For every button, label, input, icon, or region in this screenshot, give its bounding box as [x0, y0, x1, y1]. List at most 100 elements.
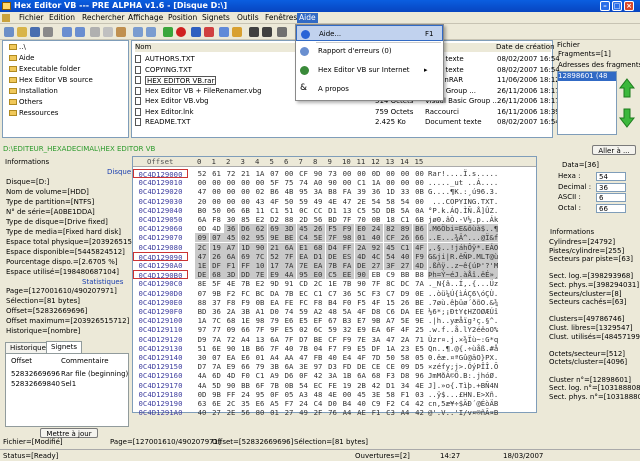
hex-byte[interactable]: 70 — [355, 215, 369, 224]
data-value[interactable]: 66 — [596, 203, 626, 213]
hex-byte[interactable]: 6A — [195, 215, 209, 224]
hex-byte[interactable]: 49 — [311, 197, 325, 206]
hex-byte[interactable]: 73 — [326, 169, 340, 178]
hex-byte[interactable]: 00 — [224, 187, 238, 196]
menu-outils[interactable]: Outils — [235, 13, 261, 23]
hex-byte[interactable]: DE — [195, 270, 209, 280]
hex-row[interactable]: 0C4D129050 6A F8 30 85 E2 D2 88 2D 56 BD 7F 70 0B 18 C1… — [133, 215, 536, 224]
hex-byte[interactable]: 06 — [224, 206, 238, 215]
hex-byte[interactable]: 59 — [297, 307, 311, 316]
hex-byte[interactable]: EF — [311, 316, 325, 325]
hex-byte[interactable]: A1 — [253, 307, 267, 316]
hex-byte[interactable]: 36 — [369, 187, 383, 196]
hex-byte[interactable]: 4C — [369, 251, 383, 261]
hex-byte[interactable]: F3 — [384, 371, 398, 380]
hex-byte[interactable]: F0 — [239, 371, 253, 380]
hex-byte[interactable]: 0B — [282, 381, 296, 390]
hex-ascii[interactable]: G&ji|R.êÑÞ.MLT@ù — [428, 251, 499, 261]
hex-byte[interactable]: 74 — [297, 178, 311, 187]
hex-ascii[interactable]: ,.§..!jáhÔÿ*.EÁO — [428, 242, 499, 252]
hex-byte[interactable]: 00 — [239, 197, 253, 206]
hex-ascii[interactable]: J].»o{.Tìþ.+BÑ4N — [428, 381, 498, 390]
hex-byte[interactable]: 7A — [282, 261, 296, 270]
hex-row[interactable]: 0C4D129070 09 07 45 02 95 9E BE C4 5E 7F 98 01 40 CF 26… — [133, 233, 536, 243]
hex-byte[interactable]: 6B — [413, 215, 427, 224]
hex-byte[interactable]: 4D — [224, 371, 238, 380]
menu-edition[interactable]: Edition — [47, 13, 77, 23]
hex-byte[interactable]: AA — [282, 353, 296, 362]
hex-byte[interactable]: B4 — [340, 399, 354, 408]
hex-byte[interactable]: 20 — [195, 197, 209, 206]
hex-row[interactable]: 0C4D129130 51 6E 90 1B B6 7F 40 7B 04 F7 F9 E5 DF 1A 23… — [133, 344, 536, 353]
hex-byte[interactable]: 6F — [253, 381, 267, 390]
hex-byte[interactable]: 66 — [239, 325, 253, 334]
hex-byte[interactable]: C1 — [355, 178, 369, 187]
hex-byte[interactable]: 50 — [384, 353, 398, 362]
hex-byte[interactable]: 01 — [253, 353, 267, 362]
hex-byte[interactable]: F5 — [355, 298, 369, 307]
window-icon[interactable] — [249, 27, 259, 37]
hex-byte[interactable]: A0 — [311, 178, 325, 187]
hex-byte[interactable]: 3B — [268, 362, 282, 371]
hex-byte[interactable]: 4F — [355, 353, 369, 362]
hex-byte[interactable]: E5 — [355, 344, 369, 353]
hex-byte[interactable]: A4 — [268, 353, 282, 362]
hex-byte[interactable]: 03 — [413, 390, 427, 399]
hex-byte[interactable]: D7 — [297, 335, 311, 344]
file-row[interactable]: Hex Editor.lnk 759 Octets Raccourci 16/11/2… — [132, 107, 560, 117]
hex-byte[interactable]: 36 — [210, 307, 224, 316]
hex-row[interactable]: 0C4D1291A0 40 27 2E 56 80 01 27 49 2F 76 A4 AE F1 C3 A4… — [133, 408, 536, 417]
hex-ascii[interactable]: @'.V..'I/v¤®ñÃ¤B — [428, 408, 498, 417]
hex-byte[interactable]: 9E — [267, 233, 282, 243]
hex-ascii[interactable]: ..E...¾Ä^...@Ï&f — [428, 233, 499, 243]
hex-byte[interactable]: A7 — [384, 316, 398, 325]
hex-byte[interactable]: EC — [297, 289, 311, 298]
hex-byte[interactable]: DA — [398, 307, 412, 316]
hex-byte[interactable]: EA — [296, 251, 311, 261]
new-icon[interactable] — [4, 27, 14, 37]
hex-byte[interactable]: E6 — [239, 353, 253, 362]
hex-row[interactable]: 0C4D129150 D7 7A E9 66 79 3B 6A 3E 97 D3 FD DE CE CE 09… — [133, 362, 536, 371]
hex-byte[interactable]: FF — [224, 390, 238, 399]
hex-byte[interactable]: 00 — [355, 169, 369, 178]
hex-byte[interactable]: 98 — [253, 316, 267, 325]
hex-byte[interactable]: 2C — [195, 242, 209, 252]
hex-byte[interactable]: 58 — [384, 390, 398, 399]
hex-byte[interactable]: 26 — [311, 224, 325, 234]
hex-byte[interactable]: 4F — [398, 325, 412, 334]
hex-byte[interactable]: 59 — [297, 197, 311, 206]
hex-byte[interactable]: D1 — [326, 206, 340, 215]
hex-byte[interactable]: 05 — [282, 390, 296, 399]
hex-byte[interactable]: 95 — [296, 270, 311, 280]
hex-byte[interactable]: 1A — [384, 344, 398, 353]
hex-byte[interactable]: 33 — [398, 187, 412, 196]
hex-byte[interactable]: DF — [369, 344, 383, 353]
hex-byte[interactable]: 66 — [239, 362, 253, 371]
hex-byte[interactable]: D6 — [282, 371, 296, 380]
data-value[interactable]: 36 — [596, 182, 626, 192]
hex-byte[interactable]: 26 — [398, 233, 412, 243]
hex-byte[interactable]: B3 — [340, 316, 354, 325]
hex-byte[interactable]: F0 — [340, 298, 354, 307]
hex-row[interactable]: 0C4D129090 47 26 6A 69 7C 52 7F EA D1 DE ES 4D 4C 54 40… — [133, 251, 536, 262]
hex-byte[interactable]: 7D — [369, 353, 383, 362]
hex-byte[interactable]: 69 — [238, 251, 253, 261]
hex-byte[interactable]: 79 — [253, 362, 267, 371]
hex-byte[interactable]: 00 — [210, 187, 224, 196]
hex-ascii[interactable]: ....._ut ..Á.... — [428, 178, 498, 187]
hex-byte[interactable]: 00 — [239, 187, 253, 196]
hex-byte[interactable]: F1 — [224, 261, 238, 270]
copy-icon[interactable] — [103, 27, 113, 37]
hex-byte[interactable]: 47 — [297, 353, 311, 362]
hex-byte[interactable]: FB — [311, 353, 325, 362]
hex-byte[interactable]: EC — [311, 381, 325, 390]
hex-byte[interactable]: 6F — [384, 325, 398, 334]
hex-byte[interactable]: 7C — [210, 316, 224, 325]
hex-byte[interactable]: BE — [282, 233, 296, 243]
hex-byte[interactable]: B4 — [326, 298, 340, 307]
hex-ascii[interactable]: cn,5æ¥÷$ÄÐ´@ÉòÄB — [428, 399, 498, 408]
hex-ascii[interactable]: .M6Öbi=E&õùà$..¶ — [428, 224, 499, 234]
hex-byte[interactable]: 4E — [224, 279, 238, 288]
hex-byte[interactable]: 00 — [398, 178, 412, 187]
hex-byte[interactable]: F1 — [398, 390, 412, 399]
